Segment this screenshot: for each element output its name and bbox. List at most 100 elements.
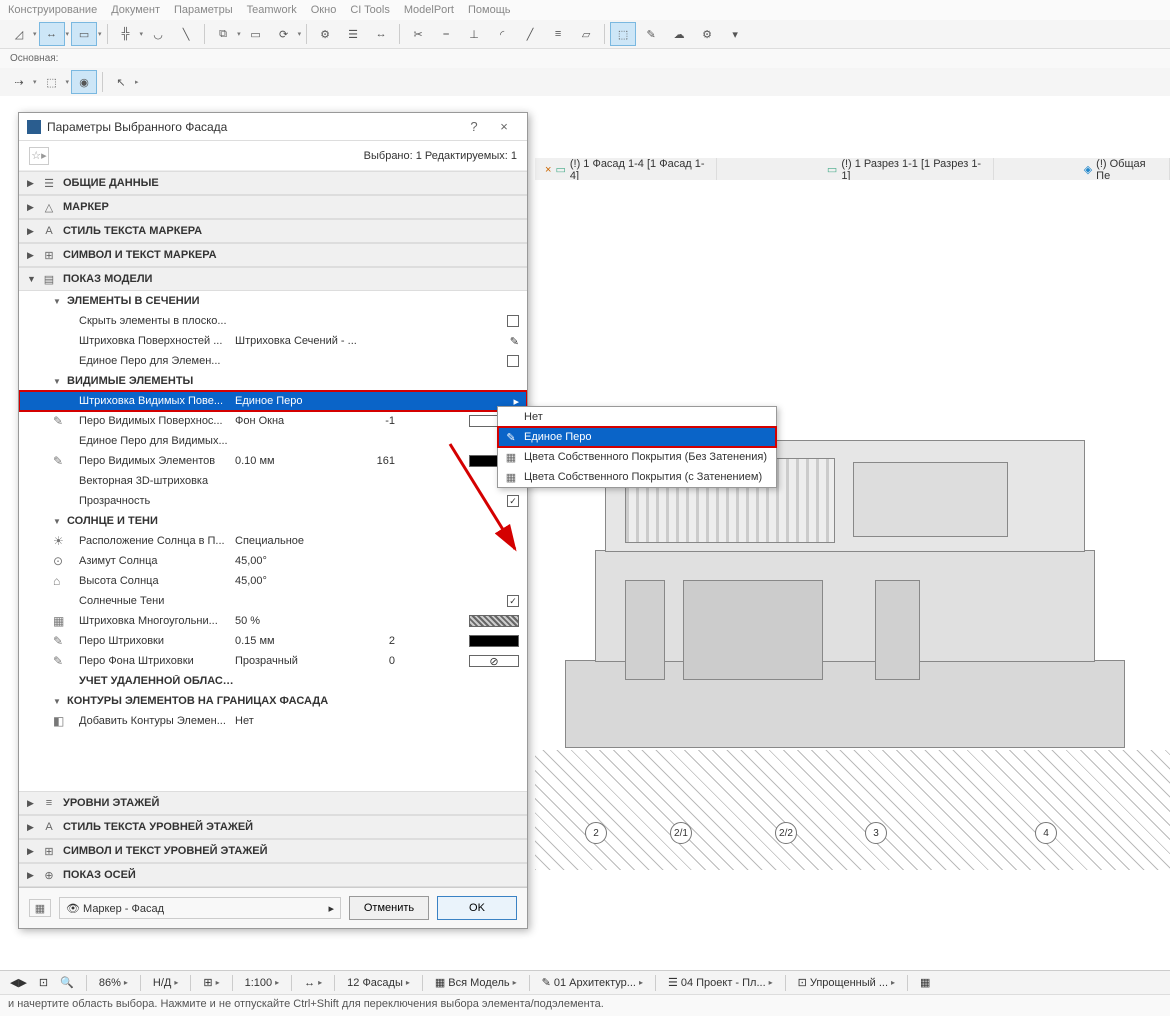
sb-zoom-value[interactable]: 86% ▸ [95,977,132,989]
tool-trim-icon[interactable]: ⎯ [433,22,459,46]
tool-fillet-icon[interactable]: ◜ [489,22,515,46]
prop-visible-surface-hatch[interactable]: Штриховка Видимых Пове...Единое Перо▸ [19,391,527,411]
tool-line-icon[interactable]: ╲ [173,22,199,46]
subheader-cut[interactable]: ▼ЭЛЕМЕНТЫ В СЕЧЕНИИ [19,291,527,311]
subheader-contours[interactable]: ▼КОНТУРЫ ЭЛЕМЕНТОВ НА ГРАНИЦАХ ФАСАДА [19,691,527,711]
cancel-button[interactable]: Отменить [349,896,429,920]
tool-attrib-icon[interactable]: ⚙ [312,22,338,46]
tool-cut-icon[interactable]: ✂ [405,22,431,46]
prop-vector-3d-hatch[interactable]: Векторная 3D-штриховка✓ [19,471,527,491]
favorite-button[interactable]: ☆▸ [29,147,49,165]
help-button[interactable]: ? [459,119,489,134]
tool-mirror-icon[interactable]: ▱ [573,22,599,46]
tool-layer-icon[interactable]: ☰ [340,22,366,46]
checkbox[interactable] [507,315,519,327]
prop-removed-area[interactable]: УЧЕТ УДАЛЕННОЙ ОБЛАСТИ [19,671,527,691]
sb-renovation[interactable]: ⊡ Упрощенный ... ▸ [794,976,899,989]
menu-item[interactable]: Конструирование [8,4,97,16]
mini-tool-3-icon[interactable]: ◉ [71,70,97,94]
menu-item[interactable]: Помощь [468,4,511,16]
dd-item-own-colors-shade[interactable]: ▦Цвета Собственного Покрытия (с Затенени… [498,467,776,487]
tool-magic-icon[interactable]: ✎ [638,22,664,46]
tool-split-icon[interactable]: ╱ [517,22,543,46]
tool-rotate-icon[interactable]: ⟳ [271,22,297,46]
prop-single-pen-visible[interactable]: Единое Перо для Видимых...✓ [19,431,527,451]
prop-surface-hatch[interactable]: Штриховка Поверхностей ...Штриховка Сече… [19,331,527,351]
tab-section[interactable]: ▭ (!) 1 Разрез 1-1 [1 Разрез 1-1] [817,158,994,181]
group-marker-symbol[interactable]: ▶⊞СИМВОЛ И ТЕКСТ МАРКЕРА [19,243,527,267]
dd-item-own-colors-noshade[interactable]: ▦Цвета Собственного Покрытия (Без Затене… [498,447,776,467]
tool-cloud-icon[interactable]: ☁ [666,22,692,46]
mini-tool-1-icon[interactable]: ⇢ [6,70,32,94]
tool-measure-icon[interactable]: ↔ [368,22,394,46]
close-button[interactable]: × [489,119,519,134]
menu-item[interactable]: Документ [111,4,160,16]
tool-level-icon[interactable]: ▭ [71,22,97,46]
prop-sun-shadows[interactable]: Солнечные Тени✓ [19,591,527,611]
prop-polygon-hatch[interactable]: ▦Штриховка Многоугольни...50 % [19,611,527,631]
checkbox[interactable]: ✓ [507,495,519,507]
prop-visible-elements-pen[interactable]: ✎Перо Видимых Элементов0.10 мм161 [19,451,527,471]
prop-visible-surface-pen[interactable]: ✎Перо Видимых Поверхнос...Фон Окна-1 [19,411,527,431]
checkbox[interactable]: ✓ [507,595,519,607]
prop-hatch-pen[interactable]: ✎Перо Штриховки0.15 мм2 [19,631,527,651]
sb-view[interactable]: 12 Фасады ▸ [343,977,414,989]
ok-button[interactable]: OK [437,896,517,920]
tab-facade[interactable]: × ▭ (!) 1 Фасад 1-4 [1 Фасад 1-4] [535,158,717,181]
prop-single-pen-elements[interactable]: Единое Перо для Элемен... [19,351,527,371]
menu-item[interactable]: Окно [311,4,337,16]
prop-sun-altitude[interactable]: ⌂Высота Солнца45,00° [19,571,527,591]
dialog-titlebar[interactable]: Параметры Выбранного Фасада ? × [19,113,527,141]
subheader-sun[interactable]: ▼СОЛНЦЕ И ТЕНИ [19,511,527,531]
sb-orient-icon[interactable]: ⊞ ▸ [199,976,223,989]
prop-hide-elements[interactable]: Скрыть элементы в плоско... [19,311,527,331]
mini-tool-2-icon[interactable]: ⬚ [39,70,65,94]
tab-3d[interactable]: ◈ (!) Общая Пе [1074,158,1170,181]
footer-layer-icon[interactable]: ▦ [29,899,51,917]
tool-grid-icon[interactable]: ╬ [113,22,139,46]
tool-arc-icon[interactable]: ◡ [145,22,171,46]
group-general[interactable]: ▶☰ОБЩИЕ ДАННЫЕ [19,171,527,195]
sb-zoomfit-icon[interactable]: ⊡ [35,976,52,989]
group-levels-symbol[interactable]: ▶⊞СИМВОЛ И ТЕКСТ УРОВНЕЙ ЭТАЖЕЙ [19,839,527,863]
group-marker-text-style[interactable]: ▶AСТИЛЬ ТЕКСТА МАРКЕРА [19,219,527,243]
tool-move-icon[interactable]: ▭ [243,22,269,46]
sb-extra-icon[interactable]: ▦ [916,976,934,989]
checkbox[interactable] [507,355,519,367]
tool-dropdown-icon[interactable]: ▾ [722,22,748,46]
dd-item-none[interactable]: Нет [498,407,776,427]
tool-dimension-icon[interactable]: ↔ [39,22,65,46]
sb-dim-icon[interactable]: ↔ ▸ [300,977,326,989]
group-story-levels[interactable]: ▶≡УРОВНИ ЭТАЖЕЙ [19,791,527,815]
tool-angle-icon[interactable]: ◿ [6,22,32,46]
group-model-display[interactable]: ▼▤ПОКАЗ МОДЕЛИ [19,267,527,291]
prop-sun-position[interactable]: ☀Расположение Солнца в П...Специальное [19,531,527,551]
sb-layer[interactable]: ✎ 01 Архитектур... ▸ [538,976,647,989]
tool-offset-icon[interactable]: ≡ [545,22,571,46]
group-levels-text[interactable]: ▶AСТИЛЬ ТЕКСТА УРОВНЕЙ ЭТАЖЕЙ [19,815,527,839]
sb-scale[interactable]: 1:100 ▸ [241,977,284,989]
sb-nav-icon[interactable]: ◀▶ [6,976,31,989]
mini-cursor-icon[interactable]: ↖ [108,70,134,94]
sb-na[interactable]: Н/Д ▸ [149,977,182,989]
tool-copy-icon[interactable]: ⧉ [210,22,236,46]
prop-hatch-bg-pen[interactable]: ✎Перо Фона ШтриховкиПрозрачный0⊘ [19,651,527,671]
menu-item[interactable]: Параметры [174,4,233,16]
group-axes-display[interactable]: ▶⊕ПОКАЗ ОСЕЙ [19,863,527,887]
group-marker[interactable]: ▶△МАРКЕР [19,195,527,219]
menu-item[interactable]: ModelPort [404,4,454,16]
menu-item[interactable]: Teamwork [247,4,297,16]
prop-sun-azimuth[interactable]: ⊙Азимут Солнца45,00° [19,551,527,571]
dd-item-single-pen[interactable]: ✎Единое Перо [498,427,776,447]
menu-item[interactable]: CI Tools [350,4,390,16]
marker-type-field[interactable]: 👁 Маркер - Фасад▸ [59,897,341,919]
sb-zoom-icon[interactable]: 🔍 [56,976,78,989]
prop-add-contours[interactable]: ◧Добавить Контуры Элемен...Нет [19,711,527,731]
drawing-canvas[interactable]: 2 2/1 2/2 3 4 [535,180,1170,976]
tool-extend-icon[interactable]: ⊥ [461,22,487,46]
subheader-visible[interactable]: ▼ВИДИМЫЕ ЭЛЕМЕНТЫ [19,371,527,391]
prop-transparency[interactable]: Прозрачность✓ [19,491,527,511]
tool-settings-icon[interactable]: ⚙ [694,22,720,46]
sb-model[interactable]: ▦ Вся Модель ▸ [431,976,521,989]
sb-penset[interactable]: ☰ 04 Проект - Пл... ▸ [664,976,777,989]
